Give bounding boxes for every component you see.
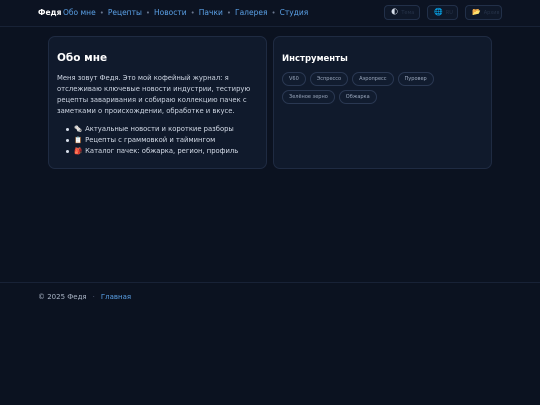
nav-separator: • — [190, 8, 195, 17]
folder-icon: 📂 — [472, 8, 481, 16]
list-item: 🗞️ Актуальные новости и короткие разборы — [66, 124, 266, 135]
tools-title: Инструменты — [282, 54, 348, 64]
language-button[interactable]: 🌐 RU — [427, 5, 458, 20]
backpack-icon: 🎒 — [74, 147, 83, 155]
footer-separator: · — [92, 293, 95, 301]
nav-link-gallery[interactable]: Галерея — [235, 8, 267, 17]
brand-logo[interactable]: Федя — [38, 8, 61, 17]
nav-link-news[interactable]: Новости — [154, 8, 187, 17]
tools-chips: V60 Эспрессо Аэропресс Пуровер Зелёное з… — [282, 72, 482, 104]
about-title: Обо мне — [57, 52, 108, 64]
moon-icon: 🌓 — [391, 8, 399, 16]
main-nav: Обо мне • Рецепты • Новости • Пачки • Га… — [63, 8, 308, 17]
tool-chip[interactable]: Аэропресс — [352, 72, 394, 86]
tool-chip[interactable]: Зелёное зерно — [282, 90, 335, 104]
nav-link-recipes[interactable]: Рецепты — [108, 8, 142, 17]
about-text: Меня зовут Федя. Это мой кофейный журнал… — [57, 74, 251, 115]
theme-toggle-button[interactable]: 🌓 Тема — [384, 5, 420, 20]
tool-chip[interactable]: V60 — [282, 72, 306, 86]
nav-separator: • — [226, 8, 231, 17]
nav-separator: • — [99, 8, 104, 17]
tools-card: Инструменты V60 Эспрессо Аэропресс Пуров… — [273, 36, 492, 169]
newspaper-icon: 🗞️ — [74, 125, 83, 133]
nav-link-packs[interactable]: Пачки — [199, 8, 223, 17]
footer-home-link[interactable]: Главная — [101, 293, 131, 301]
nav-separator: • — [145, 8, 151, 17]
archive-button[interactable]: 📂 Архив — [465, 5, 502, 20]
footer: © 2025 Федя · Главная — [0, 282, 540, 405]
footer-copyright: © 2025 Федя — [38, 293, 87, 301]
about-list: 🗞️ Актуальные новости и короткие разборы… — [66, 124, 266, 157]
nav-separator: • — [271, 8, 276, 17]
nav-link-about[interactable]: Обо мне — [63, 8, 96, 17]
tool-chip[interactable]: Обжарка — [338, 90, 377, 104]
list-item: 📋 Рецепты с граммовкой и таймингом — [66, 135, 266, 146]
about-card: Обо мне Меня зовут Федя. Это мой кофейны… — [48, 36, 267, 169]
list-item: 🎒 Каталог пачек: обжарка, регион, профил… — [66, 146, 266, 157]
tool-chip[interactable]: Эспрессо — [309, 72, 349, 86]
globe-icon: 🌐 — [434, 8, 443, 16]
nav-link-studio[interactable]: Студия — [280, 8, 309, 17]
clipboard-icon: 📋 — [74, 136, 83, 144]
top-navigation-bar: Федя Обо мне • Рецепты • Новости • Пачки… — [0, 0, 540, 27]
tool-chip[interactable]: Пуровер — [397, 72, 434, 86]
